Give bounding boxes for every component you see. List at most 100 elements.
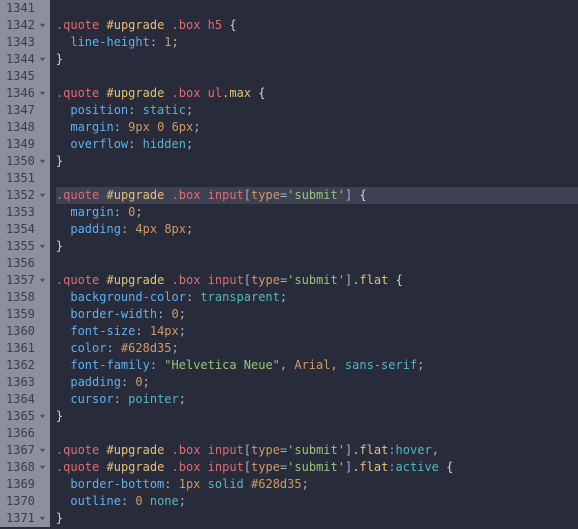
code-line[interactable]: cursor: pointer; xyxy=(56,391,578,408)
token-num: #628d35 xyxy=(251,477,302,491)
code-line[interactable]: border-width: 0; xyxy=(56,306,578,323)
code-line[interactable]: .quote #upgrade .box input[type='submit'… xyxy=(56,459,578,476)
fold-toggle-icon[interactable] xyxy=(38,412,48,422)
token-pun xyxy=(99,443,106,457)
code-line[interactable] xyxy=(56,68,578,85)
fold-toggle-icon[interactable] xyxy=(38,55,48,65)
fold-toggle-icon[interactable] xyxy=(38,514,48,524)
token-pun xyxy=(164,460,171,474)
token-tag: input xyxy=(208,188,244,202)
code-line[interactable]: position: static; xyxy=(56,102,578,119)
token-sel: .quote xyxy=(56,273,99,287)
token-brace: { xyxy=(359,188,366,202)
code-line[interactable] xyxy=(56,425,578,442)
token-prop: padding xyxy=(70,375,121,389)
token-pun: : xyxy=(164,477,178,491)
token-pun xyxy=(99,86,106,100)
token-brace: { xyxy=(229,18,236,32)
fold-toggle-icon[interactable] xyxy=(38,157,48,167)
code-line[interactable]: .quote #upgrade .box input[type='submit'… xyxy=(56,187,578,204)
token-tag: input xyxy=(208,273,244,287)
fold-toggle-icon[interactable] xyxy=(38,21,48,31)
token-tag: h5 xyxy=(208,18,222,32)
token-pun: [ xyxy=(244,273,251,287)
token-pun: ; xyxy=(179,324,186,338)
fold-toggle-icon[interactable] xyxy=(38,89,48,99)
token-num: 0 xyxy=(135,375,142,389)
code-editor[interactable]: 1341134213431344134513461347134813491350… xyxy=(0,0,578,527)
code-line[interactable]: font-family: "Helvetica Neue", Arial, sa… xyxy=(56,357,578,374)
token-pun: [ xyxy=(244,188,251,202)
token-brace: } xyxy=(56,511,63,525)
token-class: .flat xyxy=(352,460,388,474)
token-num: 14px xyxy=(150,324,179,338)
code-line[interactable] xyxy=(56,255,578,272)
code-line[interactable]: background-color: transparent; xyxy=(56,289,578,306)
code-line[interactable]: } xyxy=(56,510,578,527)
code-line[interactable]: .quote #upgrade .box input[type='submit'… xyxy=(56,442,578,459)
fold-toggle-icon[interactable] xyxy=(38,276,48,286)
code-line[interactable]: border-bottom: 1px solid #628d35; xyxy=(56,476,578,493)
token-indent xyxy=(56,477,70,491)
gutter-row: 1370 xyxy=(6,493,48,510)
gutter-row: 1346 xyxy=(6,85,48,102)
code-line[interactable]: margin: 0; xyxy=(56,204,578,221)
token-pun xyxy=(164,273,171,287)
token-id: #upgrade xyxy=(107,86,165,100)
fold-toggle-icon xyxy=(38,123,48,133)
line-number: 1342 xyxy=(6,17,37,34)
code-line[interactable]: } xyxy=(56,408,578,425)
token-pun: ; xyxy=(135,205,142,219)
token-num: 0 xyxy=(135,494,142,508)
code-line[interactable]: font-size: 14px; xyxy=(56,323,578,340)
code-line[interactable]: .quote #upgrade .box input[type='submit'… xyxy=(56,272,578,289)
code-line[interactable]: overflow: hidden; xyxy=(56,136,578,153)
token-indent xyxy=(56,307,70,321)
token-pun: : xyxy=(121,222,135,236)
code-line[interactable]: padding: 4px 8px; xyxy=(56,221,578,238)
token-prop: cursor xyxy=(70,392,113,406)
code-line[interactable]: } xyxy=(56,238,578,255)
line-number: 1344 xyxy=(6,51,37,68)
code-line[interactable]: outline: 0 none; xyxy=(56,493,578,510)
code-line[interactable]: line-height: 1; xyxy=(56,34,578,51)
fold-toggle-icon[interactable] xyxy=(38,242,48,252)
token-pun: : xyxy=(128,103,142,117)
token-pun: [ xyxy=(244,443,251,457)
code-line[interactable]: padding: 0; xyxy=(56,374,578,391)
token-pun: ; xyxy=(193,120,200,134)
token-attr: type xyxy=(251,273,280,287)
code-line[interactable]: color: #628d35; xyxy=(56,340,578,357)
token-pun xyxy=(200,188,207,202)
token-kw: hidden xyxy=(143,137,186,151)
gutter-row: 1347 xyxy=(6,102,48,119)
code-line[interactable]: } xyxy=(56,51,578,68)
code-line[interactable]: .quote #upgrade .box ul.max { xyxy=(56,85,578,102)
code-line[interactable] xyxy=(56,0,578,17)
token-indent xyxy=(56,494,70,508)
token-pun xyxy=(388,273,395,287)
token-sel: .quote xyxy=(56,443,99,457)
code-area[interactable]: .quote #upgrade .box h5 { line-height: 1… xyxy=(50,0,578,527)
fold-toggle-icon[interactable] xyxy=(38,446,48,456)
line-number: 1347 xyxy=(6,102,37,119)
token-sel: .box xyxy=(172,443,201,457)
code-line[interactable] xyxy=(56,170,578,187)
gutter-row: 1349 xyxy=(6,136,48,153)
token-num: 4px xyxy=(135,222,157,236)
fold-toggle-icon[interactable] xyxy=(38,191,48,201)
code-line[interactable]: .quote #upgrade .box h5 { xyxy=(56,17,578,34)
token-brace: } xyxy=(56,409,63,423)
token-brace: } xyxy=(56,52,63,66)
code-line[interactable]: margin: 9px 0 6px; xyxy=(56,119,578,136)
line-number: 1366 xyxy=(6,425,37,442)
line-number: 1348 xyxy=(6,119,37,136)
fold-toggle-icon[interactable] xyxy=(38,463,48,473)
fold-toggle-icon xyxy=(38,140,48,150)
line-number: 1359 xyxy=(6,306,37,323)
gutter-row: 1365 xyxy=(6,408,48,425)
fold-toggle-icon xyxy=(38,497,48,507)
token-kw: solid xyxy=(208,477,244,491)
code-line[interactable]: } xyxy=(56,153,578,170)
token-pun: ; xyxy=(179,392,186,406)
